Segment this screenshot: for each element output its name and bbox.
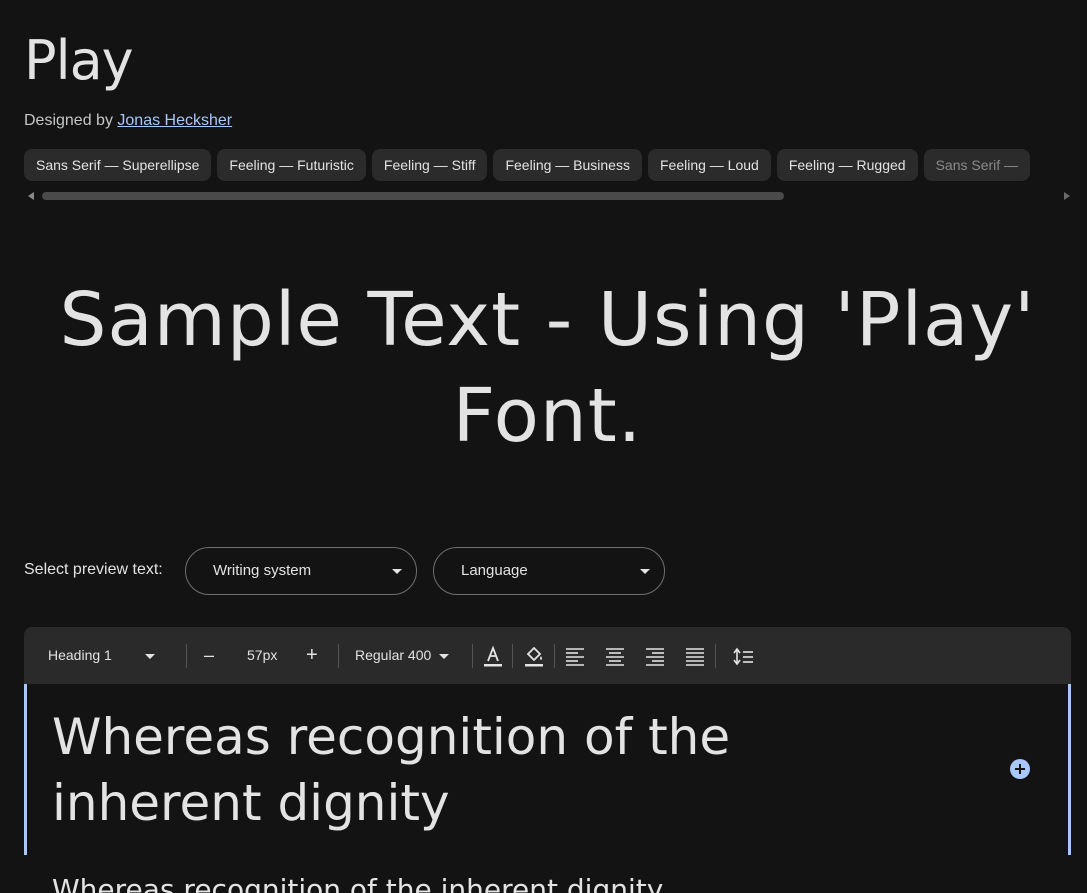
text-editor-block[interactable]: Whereas recognition of the inherent dign… [24,684,1071,855]
font-weight-value: Regular 400 [355,647,432,663]
toolbar-divider [554,644,555,668]
text-style-select[interactable]: Heading 1 [48,627,155,684]
decrease-size-button[interactable]: – [204,627,214,684]
tag-chip[interactable]: Sans Serif — Superellipse [24,149,212,181]
chevron-down-icon [640,569,650,574]
editor-body-text[interactable]: Whereas recognition of the inherent dign… [52,872,663,893]
tag-chip[interactable]: Feeling — Business [493,149,642,181]
scroll-right-icon[interactable] [1064,192,1070,200]
writing-system-dropdown[interactable]: Writing system [185,547,417,595]
font-specimen-page: Play Designed by Jonas Hecksher Sans Ser… [0,0,1087,893]
writing-system-value: Writing system [213,562,312,579]
tag-chip[interactable]: Feeling — Rugged [776,149,918,181]
toolbar-divider [512,644,513,668]
designer-link[interactable]: Jonas Hecksher [117,112,232,129]
toolbar-divider [186,644,187,668]
language-dropdown[interactable]: Language [433,547,665,595]
font-family-title: Play [24,29,134,92]
editor-toolbar: Heading 1 – 57px + Regular 400 [24,627,1071,684]
text-style-value: Heading 1 [48,647,112,663]
chevron-down-icon [144,653,155,659]
scroll-left-icon[interactable] [28,192,34,200]
align-right-icon[interactable] [644,644,666,668]
tag-chip[interactable]: Feeling — Loud [647,149,771,181]
align-justify-icon[interactable] [684,644,706,668]
designed-by-label: Designed by [24,112,113,129]
toolbar-divider [338,644,339,668]
preview-text-label: Select preview text: [24,561,163,578]
chevron-down-icon [439,653,450,659]
scrollbar-thumb[interactable] [42,192,784,200]
increase-size-button[interactable]: + [306,627,318,684]
designer-line: Designed by Jonas Hecksher [24,111,232,131]
tag-chip[interactable]: Feeling — Stiff [371,149,488,181]
language-value: Language [461,562,528,579]
sample-text-preview: Sample Text - Using 'Play' Font. [59,277,1036,459]
tag-list: Sans Serif — Superellipse Feeling — Futur… [24,149,1087,181]
line-height-icon[interactable] [732,644,754,668]
font-size-value[interactable]: 57px [247,627,277,684]
toolbar-divider [472,644,473,668]
editor-heading-text[interactable]: Whereas recognition of the inherent dign… [52,704,812,836]
tag-chip[interactable]: Sans Serif — [923,149,1031,181]
text-color-icon[interactable] [482,644,504,668]
add-block-icon[interactable] [1010,759,1030,779]
toolbar-divider [715,644,716,668]
font-weight-select[interactable]: Regular 400 [355,627,450,684]
highlight-color-icon[interactable] [523,644,545,668]
align-center-icon[interactable] [604,644,626,668]
align-left-icon[interactable] [564,644,586,668]
tag-chip[interactable]: Feeling — Futuristic [217,149,366,181]
chevron-down-icon [392,569,402,574]
tag-scrollbar[interactable] [24,189,1070,203]
